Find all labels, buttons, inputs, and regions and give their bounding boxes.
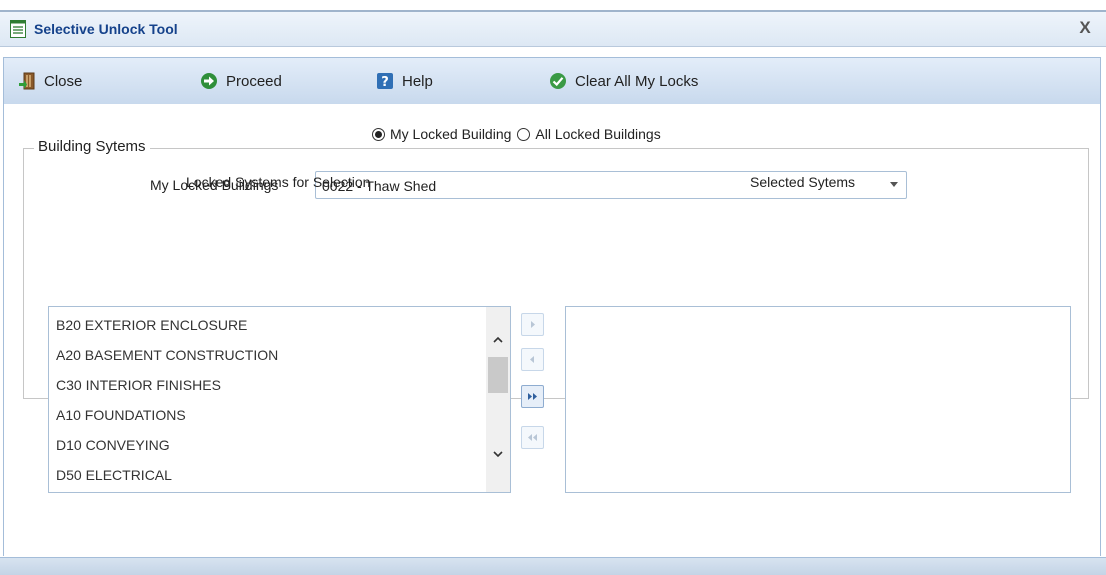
svg-text:?: ? xyxy=(381,75,389,90)
radio-my-locked-building-label[interactable]: My Locked Building xyxy=(390,126,511,142)
arrow-right-icon xyxy=(531,321,535,328)
move-all-left-button[interactable] xyxy=(521,426,544,449)
exit-door-icon xyxy=(19,72,35,90)
radio-all-locked-buildings-label[interactable]: All Locked Buildings xyxy=(535,126,660,142)
proceed-button[interactable]: Proceed xyxy=(200,58,282,104)
window-close-button[interactable]: X xyxy=(1076,18,1094,38)
window-title: Selective Unlock Tool xyxy=(34,21,178,37)
top-strip xyxy=(0,0,1106,10)
radio-all-locked-buildings[interactable] xyxy=(517,127,531,141)
move-left-button[interactable] xyxy=(521,348,544,371)
close-button[interactable]: Close xyxy=(18,58,82,104)
double-arrow-right-icon xyxy=(528,393,537,400)
help-button-label: Help xyxy=(402,72,433,90)
list-item[interactable]: A20 BASEMENT CONSTRUCTION xyxy=(56,347,278,363)
building-systems-legend: Building Sytems xyxy=(34,138,150,155)
chevron-down-icon[interactable] xyxy=(493,449,503,459)
list-item[interactable]: D10 CONVEYING xyxy=(56,437,170,453)
help-button[interactable]: ? Help xyxy=(376,58,433,104)
building-scope-radio-group: My Locked Building All Locked Buildings xyxy=(372,126,667,142)
toolbar: Close Proceed ? Help Clear All My Locks xyxy=(3,57,1101,105)
list-item[interactable]: B20 EXTERIOR ENCLOSURE xyxy=(56,317,247,333)
list-item[interactable]: A10 FOUNDATIONS xyxy=(56,407,186,423)
double-arrow-left-icon xyxy=(528,434,537,441)
window-titlebar: Selective Unlock Tool X xyxy=(0,12,1106,47)
available-systems-list[interactable]: B20 EXTERIOR ENCLOSURE A20 BASEMENT CONS… xyxy=(48,306,511,493)
scrollbar-thumb[interactable] xyxy=(488,357,508,393)
list-item[interactable]: C30 INTERIOR FINISHES xyxy=(56,377,221,393)
selected-systems-header: Selected Sytems xyxy=(750,174,856,190)
arrow-left-icon xyxy=(530,356,534,363)
check-circle-icon xyxy=(550,73,566,89)
available-list-scrollbar[interactable] xyxy=(486,307,510,492)
move-all-right-button[interactable] xyxy=(521,385,544,408)
window-footer xyxy=(0,557,1106,575)
clear-all-locks-button[interactable]: Clear All My Locks xyxy=(549,58,698,104)
arrow-right-circle-icon xyxy=(201,73,217,89)
proceed-button-label: Proceed xyxy=(226,72,282,90)
help-icon: ? xyxy=(377,73,393,90)
available-systems-header: Locked Systems for Selection xyxy=(186,174,371,190)
move-right-button[interactable] xyxy=(521,313,544,336)
clear-all-locks-label: Clear All My Locks xyxy=(575,72,699,90)
chevron-up-icon[interactable] xyxy=(493,335,503,345)
list-item[interactable]: D50 ELECTRICAL xyxy=(56,467,172,483)
form-icon xyxy=(10,20,26,38)
selected-systems-list[interactable] xyxy=(565,306,1071,493)
close-button-label: Close xyxy=(44,72,83,90)
radio-my-locked-building[interactable] xyxy=(372,127,385,141)
